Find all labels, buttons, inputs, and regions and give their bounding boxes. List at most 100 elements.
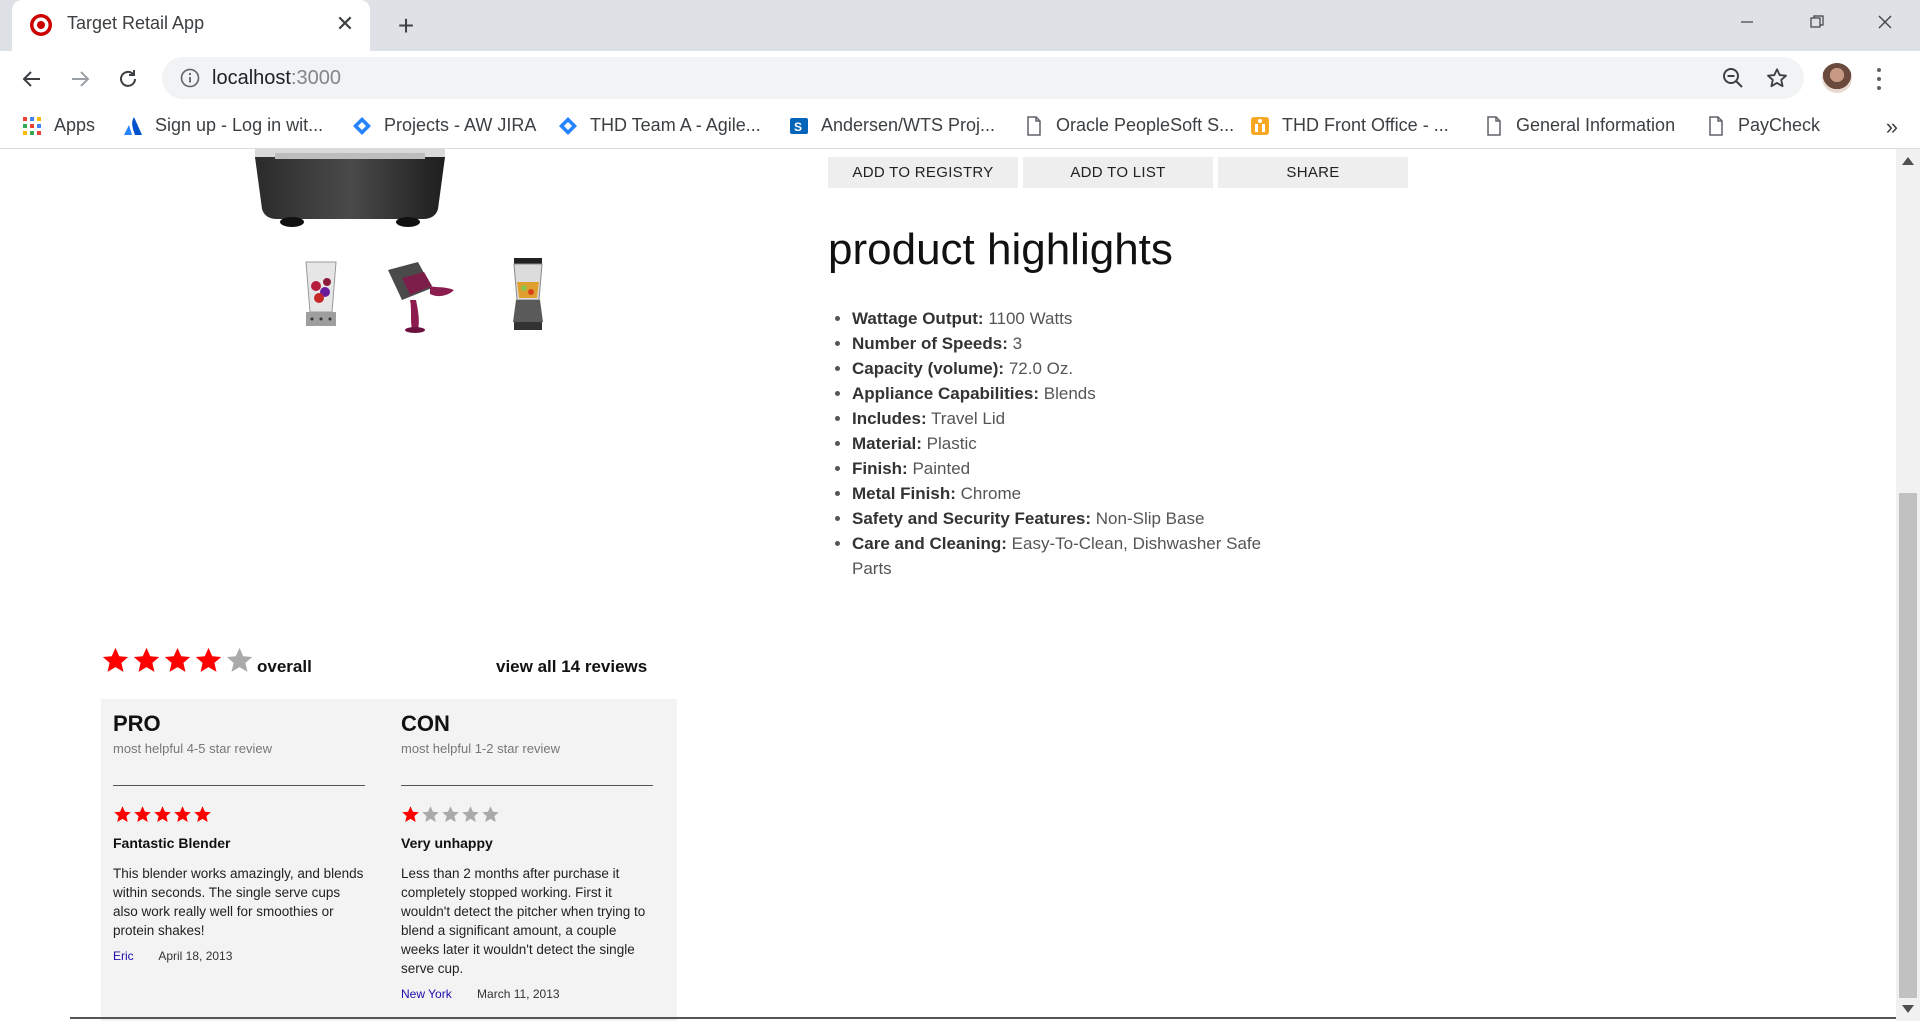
- vertical-scrollbar[interactable]: [1896, 149, 1920, 1021]
- product-thumbnail-1[interactable]: [292, 256, 352, 334]
- pro-star-filled-icon: [154, 806, 171, 822]
- atlassian-icon: [124, 116, 142, 135]
- minimize-icon[interactable]: [1724, 6, 1770, 38]
- bookmark-apps[interactable]: Apps: [22, 115, 95, 136]
- page-bottom-border: [70, 1017, 1896, 1019]
- con-heading: CON: [401, 711, 450, 736]
- tab-title: Target Retail App: [67, 13, 205, 33]
- con-rating-stars: [401, 805, 500, 824]
- con-star-empty-icon: [462, 806, 479, 822]
- highlight-label: Capacity (volume):: [852, 359, 1005, 378]
- bookmarks-bar: Apps Sign up - Log in wit... Projects - …: [0, 106, 1920, 149]
- restore-icon[interactable]: [1794, 6, 1840, 38]
- bookmark-signup[interactable]: Sign up - Log in wit...: [123, 115, 323, 136]
- jira-icon: [559, 116, 577, 135]
- con-star-empty-icon: [442, 806, 459, 822]
- pro-rating-stars: [113, 805, 212, 824]
- product-thumbnail-3[interactable]: [500, 256, 556, 334]
- divider: [113, 785, 365, 786]
- highlight-item: Care and Cleaning: Easy-To-Clean, Dishwa…: [852, 531, 1302, 581]
- highlight-item: Appliance Capabilities: Blends: [852, 381, 1302, 406]
- con-star-empty-icon: [422, 806, 439, 822]
- highlight-item: Material: Plastic: [852, 431, 1302, 456]
- scrollbar-thumb[interactable]: [1899, 493, 1917, 998]
- highlight-value: Non-Slip Base: [1095, 509, 1205, 528]
- highlight-item: Wattage Output: 1100 Watts: [852, 306, 1302, 331]
- overall-star-filled-icon: [164, 647, 191, 672]
- product-main-image[interactable]: [255, 149, 445, 229]
- pro-review-meta: Eric April 18, 2013: [113, 949, 232, 963]
- bookmark-general-info[interactable]: General Information: [1484, 115, 1675, 136]
- share-button[interactable]: SHARE: [1218, 157, 1408, 188]
- bookmark-star-icon[interactable]: [1766, 67, 1788, 89]
- address-bar[interactable]: localhost:3000: [162, 57, 1804, 99]
- con-review-author[interactable]: New York: [401, 987, 452, 1001]
- highlight-value: 1100 Watts: [988, 309, 1073, 328]
- bookmark-aw-jira[interactable]: Projects - AW JIRA: [352, 115, 536, 136]
- highlight-label: Safety and Security Features:: [852, 509, 1092, 528]
- pro-review-author[interactable]: Eric: [113, 949, 134, 963]
- bookmark-thd-front-office[interactable]: THD Front Office - ...: [1250, 115, 1449, 136]
- more-bookmarks-icon[interactable]: »: [1886, 114, 1898, 140]
- con-review-title: Very unhappy: [401, 835, 493, 851]
- highlight-item: Number of Speeds: 3: [852, 331, 1302, 356]
- close-window-icon[interactable]: [1862, 6, 1908, 38]
- add-to-registry-button[interactable]: ADD TO REGISTRY: [828, 157, 1018, 188]
- add-to-list-button[interactable]: ADD TO LIST: [1023, 157, 1213, 188]
- bookmark-label: General Information: [1516, 115, 1676, 135]
- target-logo-icon: [30, 14, 52, 36]
- bookmark-thd-team[interactable]: THD Team A - Agile...: [558, 115, 761, 136]
- highlight-item: Finish: Painted: [852, 456, 1302, 481]
- bookmark-label: Andersen/WTS Proj...: [821, 115, 996, 135]
- browser-tab[interactable]: Target Retail App ✕: [12, 0, 370, 51]
- apps-grid-icon: [23, 116, 41, 135]
- highlight-item: Metal Finish: Chrome: [852, 481, 1302, 506]
- highlight-label: Includes:: [852, 409, 927, 428]
- pro-heading: PRO: [113, 711, 161, 736]
- product-highlights-heading: product highlights: [828, 225, 1173, 274]
- url-text[interactable]: localhost:3000: [212, 67, 341, 90]
- bookmark-andersen[interactable]: S Andersen/WTS Proj...: [789, 115, 995, 136]
- product-highlights-list: Wattage Output: 1100 WattsNumber of Spee…: [828, 306, 1302, 581]
- scroll-up-arrow-icon[interactable]: [1902, 157, 1914, 165]
- page-icon: [1487, 115, 1501, 136]
- zoom-icon[interactable]: [1722, 67, 1744, 89]
- review-summary-panel: PRO most helpful 4-5 star review Fantast…: [101, 699, 677, 1021]
- bookmark-label: THD Team A - Agile...: [590, 115, 761, 135]
- browser-tabstrip: Target Retail App ✕ +: [0, 0, 1920, 51]
- bookmark-label: THD Front Office - ...: [1282, 115, 1449, 135]
- bookmark-label: Oracle PeopleSoft S...: [1056, 115, 1235, 135]
- forward-arrow-icon[interactable]: [64, 63, 96, 95]
- pro-star-filled-icon: [174, 806, 191, 822]
- highlight-item: Safety and Security Features: Non-Slip B…: [852, 506, 1302, 531]
- con-review-body: Less than 2 months after purchase it com…: [401, 866, 646, 976]
- back-arrow-icon[interactable]: [16, 63, 48, 95]
- highlight-value: Blends: [1043, 384, 1096, 403]
- page-viewport: ADD TO REGISTRY ADD TO LIST SHARE produc…: [0, 149, 1896, 1021]
- pro-review-date: April 18, 2013: [158, 949, 233, 963]
- scroll-down-arrow-icon[interactable]: [1902, 1005, 1914, 1013]
- jira-icon: [353, 116, 371, 135]
- view-all-reviews-link[interactable]: view all 14 reviews: [496, 657, 647, 677]
- profile-avatar[interactable]: [1822, 63, 1852, 93]
- bookmark-oracle[interactable]: Oracle PeopleSoft S...: [1024, 115, 1234, 136]
- product-thumbnail-2[interactable]: [384, 256, 464, 334]
- overall-star-filled-icon: [195, 647, 222, 672]
- highlight-label: Finish:: [852, 459, 908, 478]
- office-app-icon: [1251, 116, 1269, 135]
- close-tab-icon[interactable]: ✕: [332, 11, 358, 37]
- highlight-label: Metal Finish:: [852, 484, 956, 503]
- overall-rating-stars: [101, 646, 254, 675]
- highlight-label: Material:: [852, 434, 922, 453]
- highlight-item: Includes: Travel Lid: [852, 406, 1302, 431]
- new-tab-button[interactable]: +: [390, 10, 422, 42]
- reload-icon[interactable]: [112, 63, 144, 95]
- site-info-icon[interactable]: [180, 68, 200, 88]
- overall-star-filled-icon: [133, 647, 160, 672]
- bookmark-label: Projects - AW JIRA: [384, 115, 537, 135]
- highlight-item: Capacity (volume): 72.0 Oz.: [852, 356, 1302, 381]
- bookmark-paycheck[interactable]: PayCheck: [1706, 115, 1820, 136]
- browser-menu-icon[interactable]: [1874, 65, 1884, 93]
- browser-toolbar: localhost:3000: [0, 51, 1920, 106]
- pro-subheading: most helpful 4-5 star review: [113, 741, 272, 756]
